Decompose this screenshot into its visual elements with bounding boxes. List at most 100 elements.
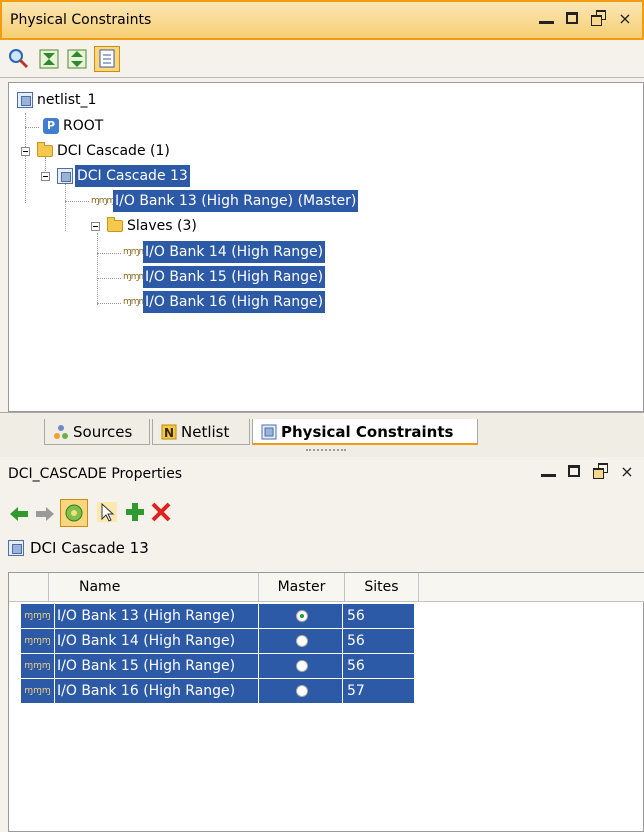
expand-all-icon[interactable]: [66, 48, 88, 70]
search-icon[interactable]: [8, 48, 30, 70]
collapse-toggle-icon[interactable]: [21, 147, 30, 156]
physical-constraints-icon: [261, 424, 277, 440]
tab-sources[interactable]: Sources: [44, 419, 150, 445]
physical-constraints-panel: Physical Constraints × netlist_1 P ROOT …: [0, 0, 644, 413]
selected-object: DCI Cascade 13: [8, 535, 149, 561]
tree-connector: [25, 127, 39, 128]
panel-title: Physical Constraints: [10, 12, 152, 28]
io-bank-icon: ɱɱɱ: [21, 604, 55, 628]
maximize-icon[interactable]: [564, 461, 586, 483]
splitter-handle[interactable]: [306, 449, 346, 451]
tree-node-slave-bank[interactable]: I/O Bank 15 (High Range): [143, 266, 326, 288]
master-radio-selected[interactable]: [295, 610, 308, 622]
close-icon[interactable]: ×: [616, 461, 638, 483]
root-cell-icon: P: [43, 118, 59, 134]
column-header-sites[interactable]: Sites: [345, 573, 419, 601]
table-cell-sites[interactable]: 57: [343, 679, 415, 703]
table-cell-master[interactable]: [259, 629, 343, 653]
panel-titlebar: DCI_CASCADE Properties ×: [0, 457, 644, 493]
constraints-tree[interactable]: netlist_1 P ROOT DCI Cascade (1) DCI Cas…: [8, 82, 644, 412]
table-cell-sites[interactable]: 56: [343, 654, 415, 678]
table-cell-master[interactable]: [259, 654, 343, 678]
table-cell-sites[interactable]: 56: [343, 629, 415, 653]
folder-icon: [107, 217, 123, 232]
collapse-all-icon[interactable]: [38, 48, 60, 70]
delete-icon[interactable]: [150, 501, 172, 523]
close-icon[interactable]: ×: [614, 8, 636, 30]
tree-connector: [65, 201, 89, 202]
select-icon[interactable]: [96, 501, 118, 523]
panel-title: DCI_CASCADE Properties: [8, 466, 183, 482]
tab-label: Sources: [73, 423, 133, 441]
io-bank-icon: ɱɱɱ: [21, 654, 55, 678]
table-cell-name[interactable]: I/O Bank 13 (High Range): [55, 604, 259, 628]
dci-cascade-icon: [57, 168, 73, 184]
tree-connector: [97, 233, 98, 305]
master-radio[interactable]: [295, 635, 308, 647]
dci-cascade-properties-panel: DCI_CASCADE Properties × DCI Cascade 13 …: [0, 457, 644, 832]
restore-icon[interactable]: [590, 461, 612, 483]
table-row[interactable]: ɱɱɱ I/O Bank 15 (High Range) 56: [21, 654, 451, 678]
forward-icon[interactable]: [34, 503, 56, 525]
tree-node-master-bank[interactable]: I/O Bank 13 (High Range) (Master): [113, 190, 359, 212]
table-cell-name[interactable]: I/O Bank 15 (High Range): [55, 654, 259, 678]
maximize-icon[interactable]: [562, 8, 584, 30]
tree-node-root[interactable]: ROOT: [63, 115, 103, 137]
table-cell-name[interactable]: I/O Bank 14 (High Range): [55, 629, 259, 653]
add-icon[interactable]: [124, 501, 146, 523]
back-icon[interactable]: [8, 503, 30, 525]
auto-update-icon[interactable]: [60, 499, 88, 527]
io-bank-icon: ɱɱɱ: [21, 629, 55, 653]
cascade-banks-table[interactable]: Name Master Sites ɱɱɱ I/O Bank 13 (High …: [8, 572, 644, 832]
table-cell-master[interactable]: [259, 679, 343, 703]
svg-text:N: N: [164, 426, 174, 440]
tree-connector: [97, 253, 121, 254]
tab-physical-constraints[interactable]: Physical Constraints: [252, 419, 478, 445]
tree-connector: [97, 278, 121, 279]
tree-node-slave-bank[interactable]: I/O Bank 16 (High Range): [143, 291, 326, 313]
column-header-icon: [9, 573, 49, 601]
master-radio[interactable]: [295, 660, 308, 672]
tree-connector: [65, 181, 66, 231]
tab-label: Netlist: [181, 423, 230, 441]
tree-node-dci-cascade-13[interactable]: DCI Cascade 13: [75, 165, 190, 187]
panel-tab-bar: Sources N Netlist Physical Constraints: [0, 413, 644, 457]
window-controls: ×: [536, 8, 636, 30]
io-bank-icon: ɱɱɱ: [21, 679, 55, 703]
table-cell-master[interactable]: [259, 604, 343, 628]
table-cell-name[interactable]: I/O Bank 16 (High Range): [55, 679, 259, 703]
minimize-icon[interactable]: [536, 8, 558, 30]
panel-titlebar: Physical Constraints ×: [0, 0, 644, 40]
io-bank-icon: ɱɱɱ: [123, 297, 147, 307]
sources-icon: [54, 425, 68, 439]
netlist-icon: N: [161, 424, 177, 440]
folder-icon: [37, 142, 53, 157]
tab-label: Physical Constraints: [281, 423, 454, 441]
tree-node-dci-cascade-group[interactable]: DCI Cascade (1): [57, 140, 170, 162]
properties-toolbar: [0, 493, 644, 533]
table-row[interactable]: ɱɱɱ I/O Bank 13 (High Range) 56: [21, 604, 451, 628]
table-row[interactable]: ɱɱɱ I/O Bank 16 (High Range) 57: [21, 679, 451, 703]
tree-node-netlist[interactable]: netlist_1: [37, 89, 96, 111]
collapse-toggle-icon[interactable]: [91, 222, 100, 231]
table-header: Name Master Sites: [9, 573, 644, 602]
collapse-toggle-icon[interactable]: [41, 172, 50, 181]
column-header-master[interactable]: Master: [259, 573, 345, 601]
tree-connector: [97, 303, 121, 304]
window-controls: ×: [538, 461, 638, 483]
io-bank-icon: ɱɱɱ: [123, 247, 147, 257]
tree-node-slave-bank[interactable]: I/O Bank 14 (High Range): [143, 241, 326, 263]
selected-object-name: DCI Cascade 13: [30, 539, 149, 557]
tree-node-slaves[interactable]: Slaves (3): [127, 215, 197, 237]
table-row[interactable]: ɱɱɱ I/O Bank 14 (High Range) 56: [21, 629, 451, 653]
tab-netlist[interactable]: N Netlist: [152, 419, 250, 445]
column-header-name[interactable]: Name: [49, 573, 259, 601]
panel-toolbar: [0, 40, 644, 78]
restore-icon[interactable]: [588, 8, 610, 30]
table-cell-sites[interactable]: 56: [343, 604, 415, 628]
io-bank-icon: ɱɱɱ: [123, 272, 147, 282]
netlist-icon: [17, 92, 33, 108]
master-radio[interactable]: [295, 685, 308, 697]
minimize-icon[interactable]: [538, 461, 560, 483]
show-hierarchy-icon[interactable]: [94, 46, 120, 72]
